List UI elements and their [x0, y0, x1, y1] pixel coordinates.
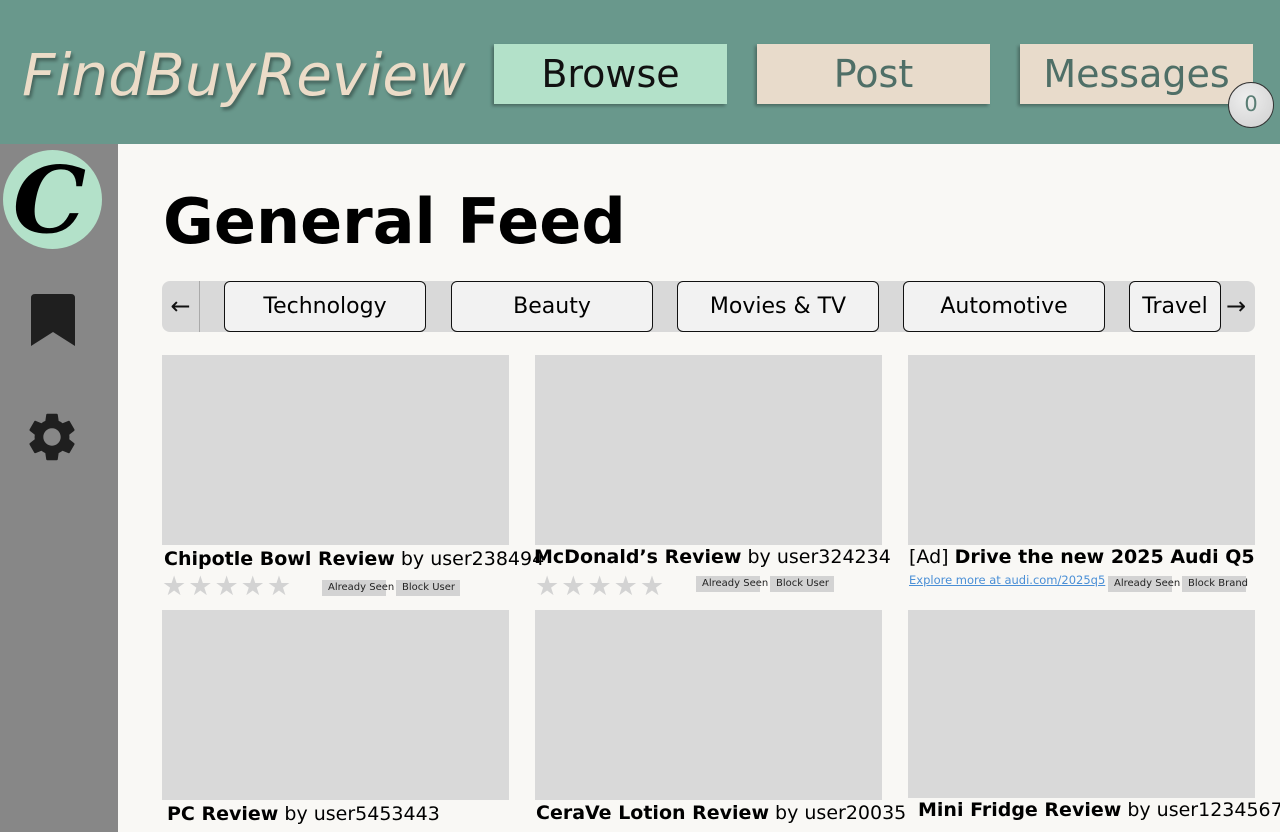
already-seen-button[interactable]: Already Seen — [1108, 576, 1180, 592]
page-title: General Feed — [163, 185, 626, 258]
already-seen-button[interactable]: Already Seen — [322, 580, 394, 596]
ad-link[interactable]: Explore more at audi.com/2025q5 — [909, 573, 1105, 587]
avatar-initial: C — [12, 146, 87, 254]
card-image[interactable] — [908, 355, 1255, 545]
star-icon[interactable]: ★ — [561, 573, 585, 601]
card-image[interactable] — [162, 355, 509, 545]
star-icon[interactable]: ★ — [640, 573, 664, 601]
already-seen-button[interactable]: Already Seen — [696, 576, 768, 592]
category-movies-tv[interactable]: Movies & TV — [677, 281, 879, 332]
category-automotive[interactable]: Automotive — [903, 281, 1105, 332]
star-icon[interactable]: ★ — [535, 573, 559, 601]
star-icon[interactable]: ★ — [214, 573, 238, 601]
card-image[interactable] — [908, 610, 1255, 798]
card-image[interactable] — [535, 610, 882, 800]
arrow-right-icon[interactable]: → — [1217, 281, 1255, 332]
arrow-left-icon[interactable]: ← — [162, 281, 200, 332]
block-user-button[interactable]: Block User — [770, 576, 834, 592]
bookmark-icon[interactable] — [31, 294, 75, 346]
star-rating[interactable]: ★★★★★ — [535, 573, 666, 601]
message-count-badge: 0 — [1228, 82, 1274, 128]
avatar[interactable]: C — [3, 146, 102, 254]
sidebar: C — [0, 144, 118, 832]
card-title[interactable]: Mini Fridge Review by user1234567 — [918, 799, 1280, 821]
star-rating[interactable]: ★★★★★ — [162, 573, 293, 601]
card-title[interactable]: McDonald’s Review by user324234 — [534, 546, 891, 568]
star-icon[interactable]: ★ — [587, 573, 611, 601]
nav-post-button[interactable]: Post — [757, 44, 990, 104]
card-title[interactable]: Chipotle Bowl Review by user238494 — [164, 548, 544, 570]
category-technology[interactable]: Technology — [224, 281, 426, 332]
header: FindBuyReview Browse Post Messages 0 — [0, 0, 1280, 144]
star-icon[interactable]: ★ — [267, 573, 291, 601]
card-image[interactable] — [535, 355, 882, 545]
category-bar: ← Technology Beauty Movies & TV Automoti… — [162, 281, 1255, 332]
block-brand-button[interactable]: Block Brand — [1182, 576, 1248, 592]
category-beauty[interactable]: Beauty — [451, 281, 653, 332]
nav-browse-button[interactable]: Browse — [494, 44, 727, 104]
card-title[interactable]: [Ad] Drive the new 2025 Audi Q5 — [909, 546, 1255, 568]
card-title[interactable]: CeraVe Lotion Review by user20035 — [536, 802, 906, 824]
card-image[interactable] — [162, 610, 509, 800]
star-icon[interactable]: ★ — [162, 573, 186, 601]
star-icon[interactable]: ★ — [614, 573, 638, 601]
nav-messages-button[interactable]: Messages — [1020, 44, 1253, 104]
card-title[interactable]: PC Review by user5453443 — [167, 803, 440, 825]
main-content: General Feed ← Technology Beauty Movies … — [139, 144, 1280, 832]
app-logo[interactable]: FindBuyReview — [22, 38, 465, 112]
star-icon[interactable]: ★ — [241, 573, 265, 601]
category-travel[interactable]: Travel — [1129, 281, 1221, 332]
gear-icon[interactable] — [23, 408, 81, 466]
block-user-button[interactable]: Block User — [396, 580, 460, 596]
star-icon[interactable]: ★ — [188, 573, 212, 601]
